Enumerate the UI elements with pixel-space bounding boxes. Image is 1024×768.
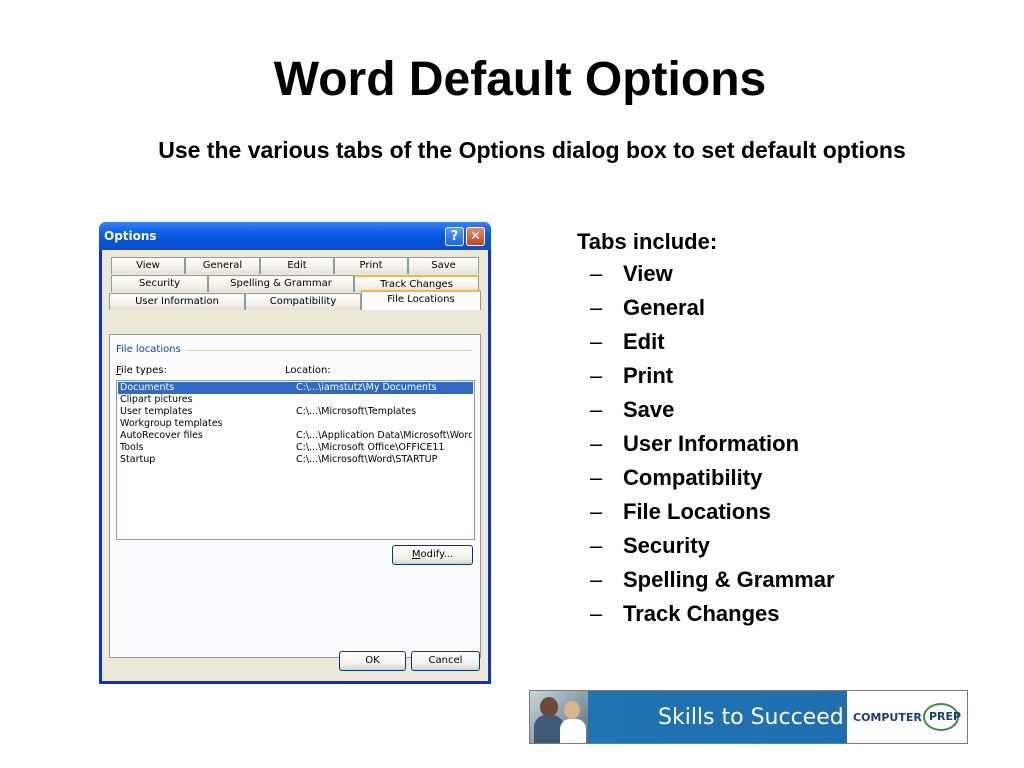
dash-bullet: –: [590, 601, 603, 626]
banner-photo: [530, 691, 588, 743]
skills-banner: Skills to Succeed COMPUTER PREP: [529, 690, 968, 744]
tabs-include-item-label: Save: [623, 397, 675, 422]
group-label-file-locations: File locations: [116, 344, 185, 355]
help-icon: ?: [450, 229, 459, 244]
tab-user-information[interactable]: User Information: [109, 293, 245, 310]
file-locations-panel: File locations File types: Location: Doc…: [109, 334, 481, 658]
tabs-include-item-label: Edit: [623, 329, 665, 354]
tabs-include-heading: Tabs include:: [577, 229, 718, 254]
tab-spelling-grammar[interactable]: Spelling & Grammar: [208, 275, 354, 292]
logo-text-prep: PREP: [929, 710, 962, 723]
slide-subtitle: Use the various tabs of the Options dial…: [158, 137, 906, 163]
tabs-include-item-label: Spelling & Grammar: [623, 567, 835, 592]
list-row[interactable]: Clipart pictures: [118, 394, 473, 406]
file-types-label: File types:: [116, 365, 167, 376]
tabs-include-item-label: Print: [623, 363, 674, 388]
location-label: Location:: [285, 365, 331, 376]
tabs-include-item-label: View: [623, 261, 673, 286]
tab-compatibility[interactable]: Compatibility: [245, 293, 361, 310]
tab-edit[interactable]: Edit: [260, 257, 334, 274]
tabs-include-item-label: General: [623, 295, 705, 320]
dash-bullet: –: [590, 295, 603, 320]
tabs-include-item-label: Track Changes: [623, 601, 780, 626]
close-button[interactable]: ✕: [466, 227, 485, 246]
logo-text-computer: COMPUTER: [853, 711, 922, 724]
file-locations-list[interactable]: Documents C:\...\iamstutz\My Documents Cli…: [116, 380, 475, 540]
dash-bullet: –: [590, 465, 603, 490]
dash-bullet: –: [590, 363, 603, 388]
dash-bullet: –: [590, 329, 603, 354]
location-cell: C:\...\Microsoft\Word\STARTUP: [296, 454, 438, 465]
file-type-cell: Tools: [120, 442, 144, 453]
list-row[interactable]: Tools C:\...\Microsoft Office\OFFICE11: [118, 442, 473, 454]
slide-title: Word Default Options: [273, 53, 767, 106]
group-divider: [182, 350, 472, 351]
location-cell: C:\...\Microsoft\Templates: [296, 406, 417, 417]
dialog-title-bar[interactable]: Options ? ✕: [99, 222, 491, 250]
dash-bullet: –: [590, 431, 603, 456]
tab-save[interactable]: Save: [408, 257, 479, 274]
list-row[interactable]: Workgroup templates: [118, 418, 473, 430]
dialog-title: Options: [104, 229, 157, 243]
list-row[interactable]: User templates C:\...\Microsoft\Templates: [118, 406, 473, 418]
dash-bullet: –: [590, 261, 603, 286]
file-type-cell: User templates: [120, 406, 193, 417]
tab-print[interactable]: Print: [334, 257, 408, 274]
location-cell: C:\...\iamstutz\My Documents: [296, 382, 437, 393]
banner-tagline-area: Skills to Succeed: [588, 691, 847, 743]
tab-general[interactable]: General: [185, 257, 260, 274]
tab-file-locations[interactable]: File Locations: [361, 290, 481, 310]
help-button[interactable]: ?: [445, 227, 464, 246]
dialog-client-area: View General Edit Print Save Security Sp…: [102, 250, 488, 681]
file-type-cell: Documents: [120, 382, 175, 393]
tab-view[interactable]: View: [111, 257, 185, 274]
tabs-include-item-label: File Locations: [623, 499, 771, 524]
dash-bullet: –: [590, 567, 603, 592]
list-row[interactable]: Documents C:\...\iamstutz\My Documents: [118, 382, 473, 394]
list-row[interactable]: Startup C:\...\Microsoft\Word\STARTUP: [118, 454, 473, 466]
list-row[interactable]: AutoRecover files C:\...\Application Data…: [118, 430, 473, 442]
computer-prep-logo: COMPUTER PREP: [847, 691, 967, 743]
ok-button[interactable]: OK: [339, 651, 406, 671]
file-type-cell: Workgroup templates: [120, 418, 223, 429]
tabs-include-item-label: Security: [623, 533, 710, 558]
dash-bullet: –: [590, 397, 603, 422]
location-cell: C:\...\Microsoft Office\OFFICE11: [296, 442, 445, 453]
location-cell: C:\...\Application Data\Microsoft\Word: [296, 430, 472, 441]
banner-tagline: Skills to Succeed: [658, 705, 844, 730]
tabs-include-item-label: User Information: [623, 431, 800, 456]
dash-bullet: –: [590, 533, 603, 558]
file-type-cell: Startup: [120, 454, 156, 465]
file-type-cell: Clipart pictures: [120, 394, 193, 405]
close-icon: ✕: [470, 229, 481, 244]
file-type-cell: AutoRecover files: [120, 430, 203, 441]
cancel-button[interactable]: Cancel: [411, 651, 480, 671]
tab-security[interactable]: Security: [111, 275, 208, 292]
tabs-include-item-label: Compatibility: [623, 465, 763, 490]
dash-bullet: –: [590, 499, 603, 524]
options-dialog: Options ? ✕ View General Edit Print Save…: [99, 222, 491, 684]
modify-button[interactable]: Modify...: [392, 545, 473, 565]
